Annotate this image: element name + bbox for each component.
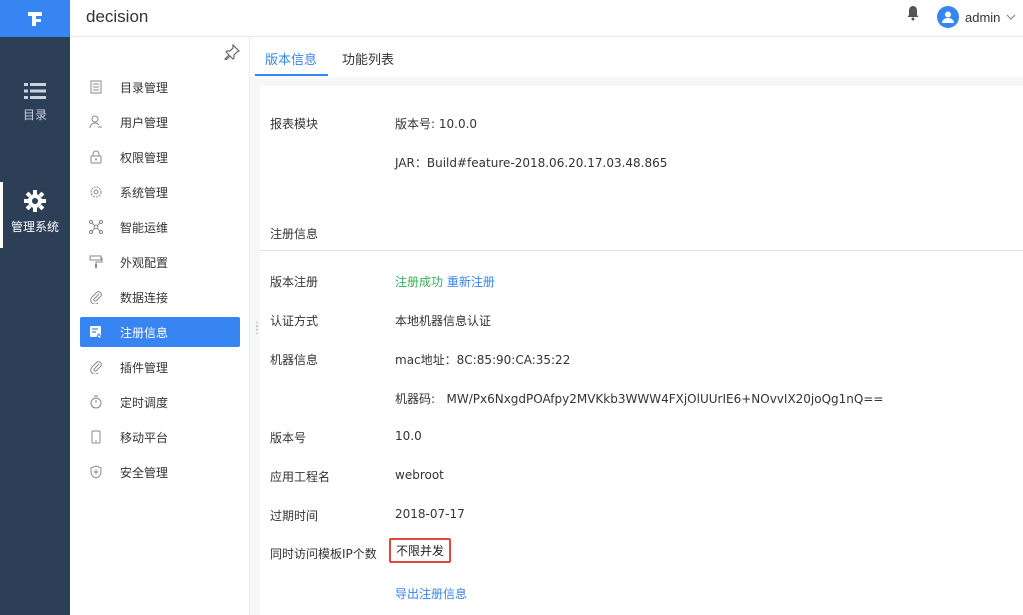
lock-icon: [88, 149, 104, 165]
sidebar-item-label: 目录管理: [120, 80, 169, 95]
sidebar-item-catalog[interactable]: 目录管理: [80, 72, 240, 102]
sidebar-item-label: 定时调度: [120, 395, 169, 410]
gear-icon: [24, 190, 46, 212]
top-header: decision admin: [70, 0, 1023, 37]
ver-label: 版本号: [270, 431, 307, 445]
sidebar-item-label: 权限管理: [120, 150, 169, 165]
sidebar-item-permissions[interactable]: 权限管理: [80, 142, 240, 172]
rail-item-label: 目录: [22, 108, 47, 122]
sidebar-nav: 目录管理 用户管理 权限管理 系统管理 智能运维 外观配置 数据连接 注册信息: [80, 72, 240, 492]
tab-bar: 版本信息 功能列表: [250, 37, 1023, 77]
catalog-icon: [88, 79, 104, 95]
user-name: admin: [965, 9, 1001, 25]
rail-item-management[interactable]: 管理系统: [0, 182, 70, 248]
registration-card: 注册信息 版本注册 注册成功 重新注册 认证方式 本地机器信息认证 机器信息 m…: [260, 197, 1023, 615]
section-title: 注册信息: [270, 227, 319, 241]
concurrent-value: 不限并发: [389, 538, 452, 563]
rail-item-label: 管理系统: [10, 220, 59, 234]
network-icon: [88, 219, 104, 235]
paint-roller-icon: [88, 254, 104, 270]
avatar: [937, 6, 959, 28]
sidebar: 目录管理 用户管理 权限管理 系统管理 智能运维 外观配置 数据连接 注册信息: [70, 37, 250, 615]
jar-build: JAR：Build#feature-2018.06.20.17.03.48.86…: [395, 156, 668, 170]
sidebar-item-label: 注册信息: [120, 325, 169, 340]
app-value: webroot: [395, 468, 444, 482]
logo-icon: [28, 11, 42, 26]
register-icon: [88, 324, 104, 340]
sidebar-item-users[interactable]: 用户管理: [80, 107, 240, 137]
user-icon: [88, 114, 104, 130]
sidebar-item-label: 插件管理: [120, 360, 169, 375]
concurrent-label: 同时访问模板IP个数: [270, 547, 377, 561]
pin-icon[interactable]: [224, 44, 240, 60]
user-menu[interactable]: admin: [937, 6, 1016, 28]
sidebar-item-security[interactable]: 安全管理: [80, 457, 240, 487]
tab-version-info[interactable]: 版本信息: [265, 49, 317, 68]
expire-label: 过期时间: [270, 509, 319, 523]
app-title: decision: [86, 7, 149, 26]
list-icon: [24, 83, 46, 99]
auth-value: 本地机器信息认证: [395, 314, 492, 328]
sidebar-item-label: 移动平台: [120, 430, 169, 445]
main-content: 版本信息 功能列表 报表模块 版本号: 10.0.0 JAR：Build#fea…: [250, 37, 1023, 615]
sidebar-item-plugins[interactable]: 插件管理: [80, 352, 240, 382]
active-tab-indicator: [255, 74, 328, 76]
module-label: 报表模块: [270, 117, 319, 131]
sidebar-item-label: 外观配置: [120, 255, 169, 270]
sidebar-item-label: 用户管理: [120, 115, 169, 130]
sidebar-item-mobile[interactable]: 移动平台: [80, 422, 240, 452]
left-rail: 目录 管理系统: [0, 0, 70, 615]
plugin-icon: [88, 359, 104, 375]
expire-value: 2018-07-17: [395, 507, 465, 521]
sidebar-item-system[interactable]: 系统管理: [80, 177, 240, 207]
timer-icon: [88, 394, 104, 410]
sidebar-item-scheduling[interactable]: 定时调度: [80, 387, 240, 417]
chevron-down-icon: [1006, 14, 1016, 20]
sidebar-item-data-connection[interactable]: 数据连接: [80, 282, 240, 312]
mobile-icon: [88, 429, 104, 445]
sidebar-item-label: 安全管理: [120, 465, 169, 480]
reg-status-row: 注册成功 重新注册: [395, 273, 495, 290]
machine-code: 机器码: MW/Px6NxgdPOAfpy2MVKkb3WWW4FXjOlUUr…: [395, 392, 884, 406]
user-silhouette-icon: [942, 11, 954, 23]
mac-address: mac地址：8C:85:90:CA:35:22: [395, 353, 571, 367]
rail-item-catalog[interactable]: 目录: [0, 82, 70, 123]
export-registration-link[interactable]: 导出注册信息: [395, 585, 467, 602]
app-label: 应用工程名: [270, 470, 331, 484]
shield-icon: [88, 464, 104, 480]
paperclip-icon: [88, 289, 104, 305]
bell-icon[interactable]: [906, 5, 920, 21]
machine-label: 机器信息: [270, 353, 319, 367]
version-number: 版本号: 10.0.0: [395, 117, 478, 131]
reg-status: 注册成功: [395, 275, 444, 289]
sidebar-item-ops[interactable]: 智能运维: [80, 212, 240, 242]
sidebar-item-label: 智能运维: [120, 220, 169, 235]
sidebar-item-registration[interactable]: 注册信息: [80, 317, 240, 347]
section-divider: [260, 250, 1023, 251]
re-register-link[interactable]: 重新注册: [447, 275, 495, 289]
settings-icon: [88, 184, 104, 200]
sidebar-item-appearance[interactable]: 外观配置: [80, 247, 240, 277]
reg-label: 版本注册: [270, 275, 319, 289]
sidebar-item-label: 系统管理: [120, 185, 169, 200]
tab-feature-list[interactable]: 功能列表: [342, 49, 394, 68]
auth-label: 认证方式: [270, 314, 319, 328]
sidebar-item-label: 数据连接: [120, 290, 169, 305]
ver-value: 10.0: [395, 429, 422, 443]
app-logo[interactable]: [0, 0, 70, 37]
